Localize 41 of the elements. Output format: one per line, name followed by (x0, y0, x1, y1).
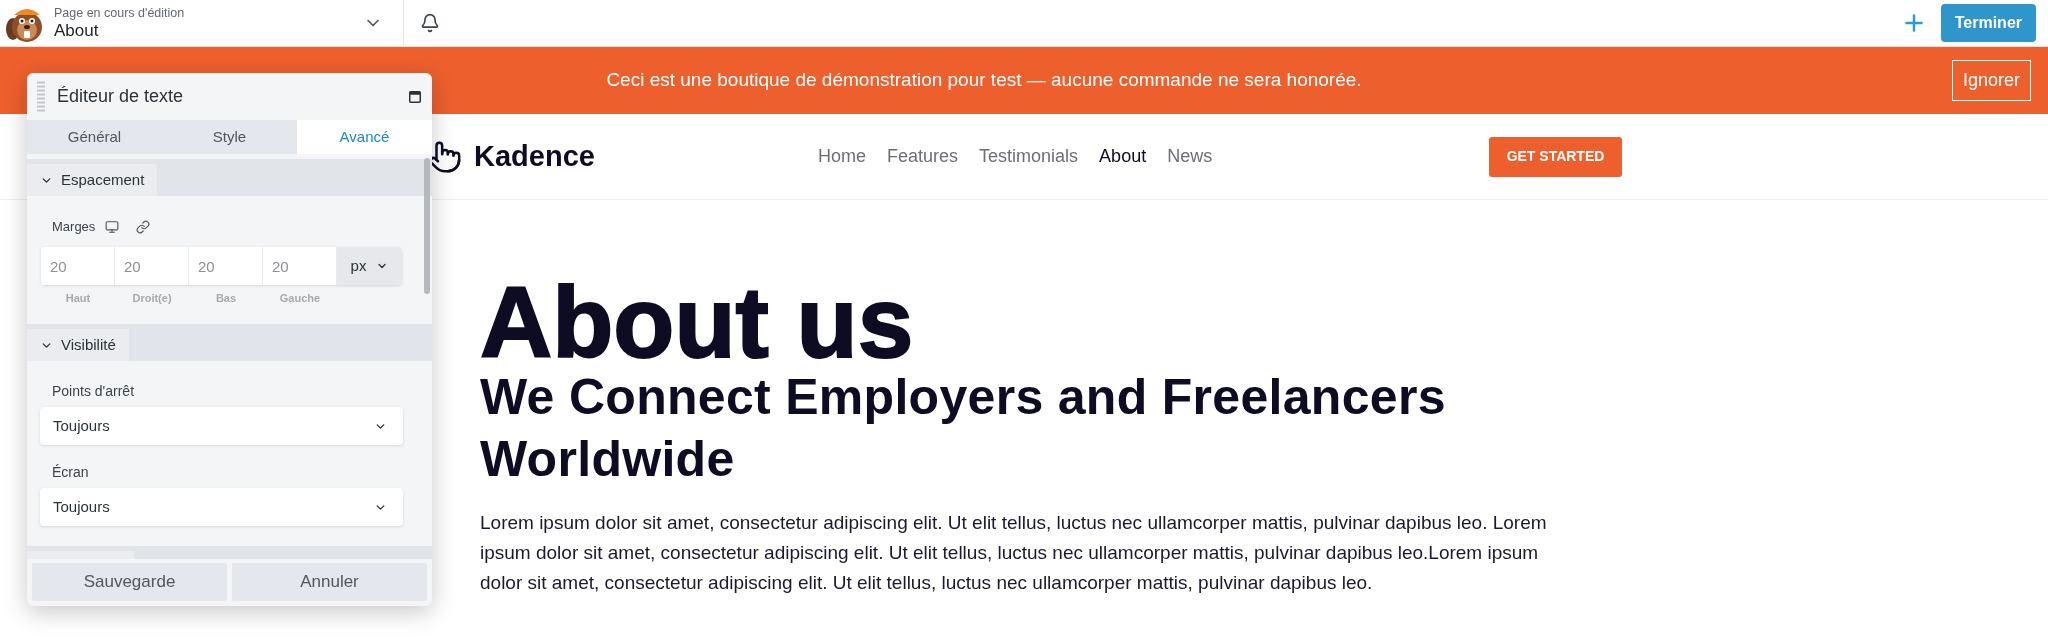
section-toggle[interactable]: Espacement (27, 164, 158, 196)
field-label: Points d'arrêt (52, 383, 135, 399)
input-caption: Droit(e) (132, 291, 172, 305)
dropdown-select[interactable]: Toujours (40, 407, 403, 445)
nav-link[interactable]: Testimonials (979, 143, 1079, 170)
input-caption: Bas (215, 291, 237, 305)
body-paragraph: Lorem ipsum dolor sit amet, consectetur adipiscing elit. Ut elit tellus, luctus nec ullamcorper mattis, pulvinar dapibus leo. Lorem ipsum dolor sit amet, consectetur adipiscing elit. Ut elit tellus, luctus nec ullamcorper mattis, pulvinar dapibus leo.Lorem ipsum dolor sit amet, consectetur adipiscing elit. Ut elit tellus, luctus nec ullamcorper mattis, pulvinar dapibus leo. (480, 511, 1548, 595)
field-label: Écran (52, 464, 89, 480)
page-heading: About us (480, 274, 915, 371)
brand-name[interactable]: Kadence (474, 134, 595, 179)
panel-tab[interactable]: Avancé (297, 120, 432, 154)
unit-select[interactable]: px (337, 247, 402, 285)
page-title: About (54, 20, 100, 41)
number-input[interactable]: 20 (41, 247, 115, 285)
footer-button[interactable]: Sauvegarde (32, 563, 227, 601)
field-label: Marges (52, 219, 96, 235)
get-started-button[interactable]: GET STARTED (1489, 136, 1622, 177)
nav-link[interactable]: Features (887, 143, 959, 170)
input-caption: Gauche (279, 291, 321, 305)
nav-link[interactable]: About (1099, 143, 1147, 170)
dismiss-button[interactable]: Ignorer (1951, 60, 2031, 101)
notifications-bell-icon[interactable] (420, 13, 440, 33)
page-subheading: We Connect Employers and Freelancers Worldwide (480, 368, 1447, 489)
number-input[interactable]: 20 (115, 247, 189, 285)
nav-link[interactable]: News (1167, 143, 1213, 170)
section-toggle[interactable]: Visibilité (27, 329, 129, 361)
number-input[interactable]: 20 (189, 247, 263, 285)
scrollbar-thumb[interactable] (424, 158, 430, 294)
nav-link[interactable]: Home (818, 143, 866, 170)
editing-label: Page en cours d'édition (54, 5, 185, 21)
window-icon[interactable] (409, 90, 421, 103)
footer-button[interactable]: Annuler (232, 563, 427, 601)
desktop-icon[interactable] (105, 220, 120, 234)
link-icon[interactable] (136, 220, 151, 234)
banner-message: Ceci est une boutique de démonstration pour test — aucune commande ne sera honorée. (606, 68, 1362, 93)
panel-title: Éditeur de texte (57, 85, 184, 108)
drag-handle-icon[interactable] (37, 80, 45, 113)
dropdown-select[interactable]: Toujours (40, 488, 403, 526)
input-caption: Haut (65, 291, 91, 305)
number-input[interactable]: 20 (263, 247, 337, 285)
done-button[interactable]: Terminer (1940, 4, 2036, 42)
